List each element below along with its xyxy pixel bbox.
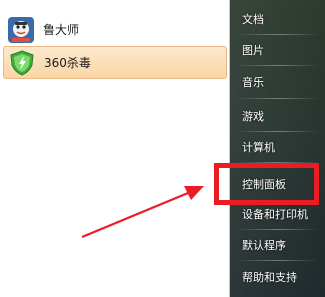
360-antivirus-icon [10,49,34,76]
place-item-documents[interactable]: 文档 [242,11,264,27]
places-pane: 文档 图片 音乐 游戏 计算机 控制面板 设备和打印机 默认程序 帮助和支持 [230,0,325,297]
separator [236,131,320,132]
separator [236,229,320,230]
place-item-devices-printers[interactable]: 设备和打印机 [242,206,308,222]
program-item-ludashi[interactable]: 鲁大师 [3,13,227,46]
separator [236,34,320,35]
place-item-default-programs[interactable]: 默认程序 [242,237,286,253]
separator [236,98,320,99]
recent-programs-pane: 鲁大师 360杀毒 [0,0,230,297]
program-item-360-antivirus[interactable]: 360杀毒 [3,46,227,79]
separator [236,65,320,66]
place-item-pictures[interactable]: 图片 [242,42,264,58]
place-item-games[interactable]: 游戏 [242,108,264,124]
place-item-music[interactable]: 音乐 [242,74,264,90]
start-menu: 鲁大师 360杀毒 文档 图片 音乐 游戏 计算机 控制面板 设备和打印机 默认… [0,0,325,297]
separator [236,260,320,261]
highlight-box [214,163,319,205]
ludashi-icon [8,16,34,43]
place-item-help-support[interactable]: 帮助和支持 [242,269,297,285]
program-label: 鲁大师 [43,23,80,37]
place-item-computer[interactable]: 计算机 [242,139,275,155]
program-label: 360杀毒 [44,56,91,70]
